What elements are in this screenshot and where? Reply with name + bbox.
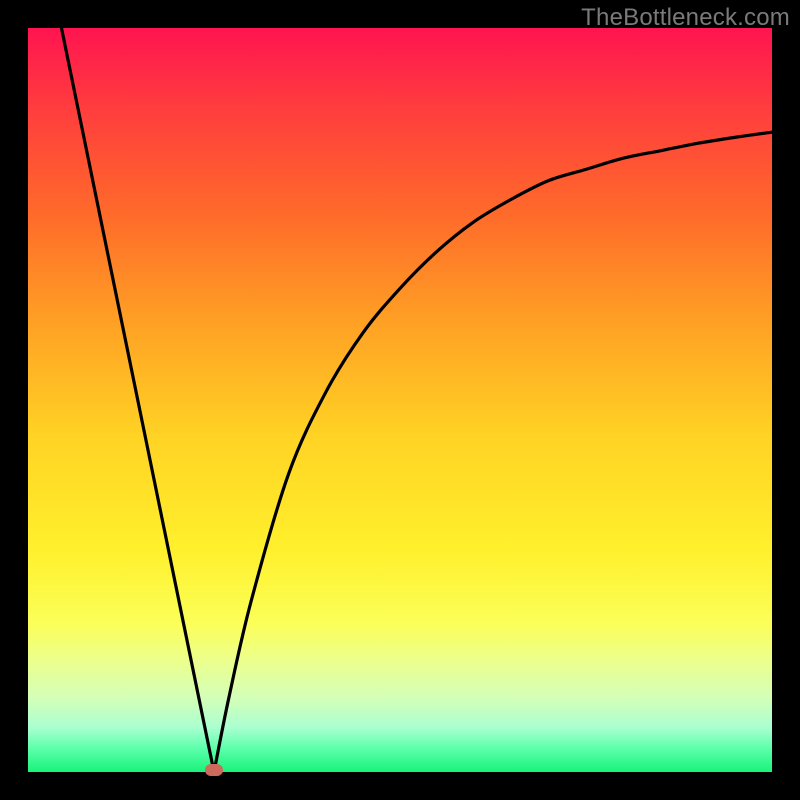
- chart-frame: TheBottleneck.com: [0, 0, 800, 800]
- bottleneck-curve: [28, 28, 772, 772]
- plot-area: [28, 28, 772, 772]
- watermark-text: TheBottleneck.com: [581, 4, 790, 32]
- curve-path: [61, 28, 772, 772]
- minimum-marker: [205, 764, 223, 776]
